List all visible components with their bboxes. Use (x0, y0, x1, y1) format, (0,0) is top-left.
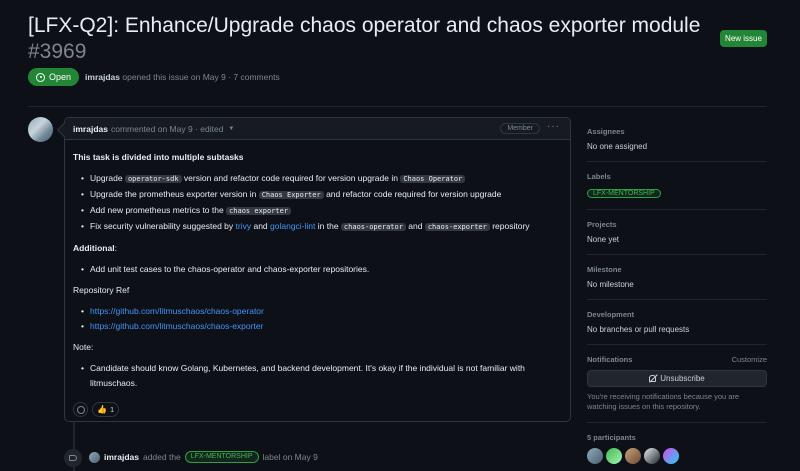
list-item: https://github.com/litmuschaos/chaos-exp… (81, 319, 562, 334)
milestone-heading[interactable]: Milestone (587, 265, 767, 274)
comment-more-icon[interactable]: ··· (547, 121, 560, 132)
inline-code: chaos-exporter (424, 223, 490, 231)
subtask-item: Upgrade operator-sdk version and refacto… (81, 171, 562, 187)
inline-code: Chaos Exporter (258, 191, 324, 199)
reaction-count: 1 (109, 405, 115, 414)
development-value: No branches or pull requests (587, 325, 690, 334)
inline-code: chaos exporter (226, 207, 292, 215)
note-list: Candidate should know Golang, Kubernetes… (73, 361, 562, 391)
customize-link[interactable]: Customize (732, 355, 767, 364)
avatar[interactable] (644, 448, 660, 464)
list-item: Add unit test cases to the chaos-operato… (81, 262, 562, 277)
issue-number: #3969 (28, 40, 87, 63)
status-badge-label: Open (49, 72, 72, 82)
inline-code: operator-sdk (124, 175, 182, 183)
sidebar-label[interactable]: LFX-MENTORSHIP (587, 189, 661, 198)
inline-code: chaos-operator (340, 223, 406, 231)
comment-meta: commented on May 9 · edited (110, 123, 224, 134)
avatar[interactable] (606, 448, 622, 464)
participants-heading: 5 participants (587, 433, 636, 442)
comment-author-link[interactable]: imrajdas (73, 124, 108, 134)
subtask-item: Fix security vulnerability suggested by … (81, 219, 562, 235)
issue-title-text: [LFX-Q2]: Enhance/Upgrade chaos operator… (28, 14, 701, 37)
comment-heading: This task is divided into multiple subta… (73, 152, 244, 162)
development-heading[interactable]: Development (587, 310, 767, 319)
unsubscribe-button[interactable]: Unsubscribe (587, 370, 767, 387)
labels-heading[interactable]: Labels (587, 172, 767, 181)
timeline-event: imrajdas added the LFX-MENTORSHIP label … (89, 451, 318, 463)
tag-icon (64, 449, 82, 467)
avatar[interactable] (28, 117, 53, 142)
member-badge: Member (500, 123, 540, 134)
reactions-bar: 👍 1 (73, 402, 120, 417)
event-actor-link[interactable]: imrajdas (104, 452, 139, 462)
assignees-heading[interactable]: Assignees (587, 127, 767, 136)
issue-opened-icon (36, 72, 45, 82)
subtask-item: Upgrade the prometheus exporter version … (81, 187, 562, 203)
issue-meta-text: imrajdas opened this issue on May 9 · 7 … (85, 72, 280, 82)
inline-link[interactable]: trivy (236, 221, 252, 231)
issue-meta: Open imrajdas opened this issue on May 9… (28, 68, 280, 86)
milestone-section: Milestone No milestone (587, 255, 767, 300)
issue-sidebar: Assignees No one assigned Labels LFX-MEN… (587, 117, 767, 471)
new-issue-button[interactable]: New issue (720, 30, 767, 47)
unsubscribe-label: Unsubscribe (660, 374, 705, 383)
add-reaction-button[interactable] (73, 402, 88, 417)
inline-code: Chaos Operator (400, 175, 466, 183)
notifications-section: Notifications Customize Unsubscribe You'… (587, 345, 767, 423)
additional-label: Additional (73, 243, 115, 253)
list-item: https://github.com/litmuschaos/chaos-ope… (81, 304, 562, 319)
avatar[interactable] (625, 448, 641, 464)
issue-title: [LFX-Q2]: Enhance/Upgrade chaos operator… (28, 13, 718, 65)
issue-opened-text: opened this issue on May 9 · 7 comments (122, 72, 280, 82)
development-section: Development No branches or pull requests (587, 300, 767, 345)
status-badge: Open (28, 68, 80, 86)
repo-link-exporter[interactable]: https://github.com/litmuschaos/chaos-exp… (90, 321, 263, 331)
assignees-value: No one assigned (587, 142, 648, 151)
inline-link[interactable]: golangci-lint (270, 221, 315, 231)
participant-avatars (587, 448, 767, 464)
participants-section: 5 participants (587, 423, 767, 471)
event-label[interactable]: LFX-MENTORSHIP (184, 451, 259, 463)
thumbs-up-icon: 👍 (97, 405, 107, 414)
projects-section: Projects None yet (587, 210, 767, 255)
comment-body: This task is divided into multiple subta… (65, 140, 570, 391)
header-divider (28, 106, 767, 107)
note-heading: Note: (73, 342, 94, 352)
event-suffix: label on May 9 (262, 452, 318, 462)
projects-value: None yet (587, 235, 620, 244)
repo-link-list: https://github.com/litmuschaos/chaos-ope… (73, 304, 562, 334)
subtask-item: Add new prometheus metrics to the chaos … (81, 203, 562, 219)
repo-link-operator[interactable]: https://github.com/litmuschaos/chaos-ope… (90, 306, 264, 316)
list-item: Candidate should know Golang, Kubernetes… (81, 361, 562, 391)
avatar[interactable] (587, 448, 603, 464)
avatar[interactable] (89, 451, 100, 463)
smiley-icon (76, 405, 85, 414)
bell-slash-icon (649, 375, 657, 382)
issue-author-link[interactable]: imrajdas (85, 72, 120, 82)
additional-heading: Additional: (73, 243, 117, 253)
additional-list: Add unit test cases to the chaos-operato… (73, 262, 562, 277)
projects-heading[interactable]: Projects (587, 220, 767, 229)
milestone-value: No milestone (587, 280, 634, 289)
labels-section: Labels LFX-MENTORSHIP (587, 162, 767, 210)
event-action: added the (142, 452, 181, 462)
assignees-section: Assignees No one assigned (587, 117, 767, 162)
edit-history-caret-icon[interactable]: ▼ (228, 126, 234, 132)
thumbs-up-reaction-button[interactable]: 👍 1 (92, 402, 120, 417)
issue-comment: imrajdas commented on May 9 · edited ▼ M… (64, 117, 571, 422)
subtask-list: Upgrade operator-sdk version and refacto… (73, 171, 562, 235)
notifications-note: You're receiving notifications because y… (587, 392, 740, 411)
repo-ref-heading: Repository Ref (73, 285, 130, 295)
comment-header: imrajdas commented on May 9 · edited ▼ M… (65, 118, 570, 140)
avatar[interactable] (663, 448, 679, 464)
